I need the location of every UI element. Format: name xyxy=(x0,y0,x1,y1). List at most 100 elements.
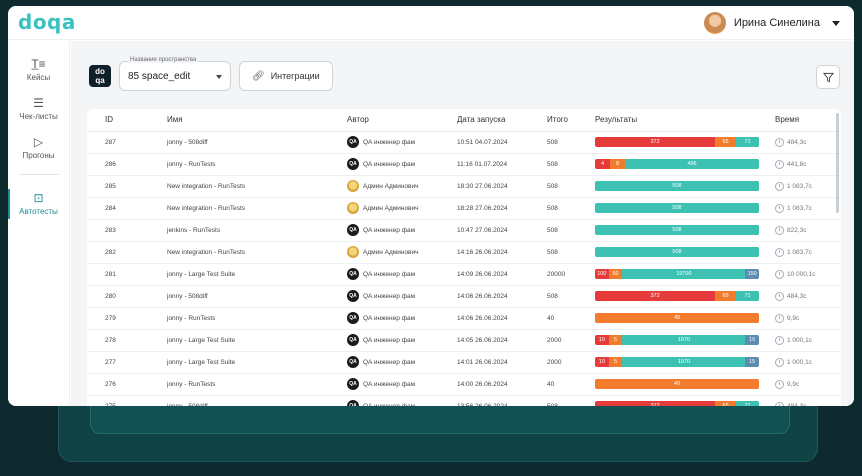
cell-name[interactable]: jonny - Large Test Suite xyxy=(167,351,347,374)
scrollbar[interactable] xyxy=(836,113,839,213)
results-bar[interactable]: 10 5 1970 15 xyxy=(595,357,759,367)
results-bar[interactable]: 10 5 1970 15 xyxy=(595,335,759,345)
cell-results: 372 65 71 xyxy=(595,131,775,154)
column-header-results[interactable]: Результаты xyxy=(595,109,775,132)
app-logo[interactable]: doqa xyxy=(18,10,76,34)
cell-author: QA QA инженер фам xyxy=(347,153,457,176)
space-select[interactable]: Название пространства 85 space_edit xyxy=(119,57,231,91)
cell-results: 508 xyxy=(595,219,775,242)
cell-total: 508 xyxy=(547,131,595,154)
table-row[interactable]: 277 jonny - Large Test Suite QA QA инженер … xyxy=(87,351,841,374)
table-row[interactable]: 276 jonny - RunTests QA QA инженер фам 14:00… xyxy=(87,373,841,396)
results-bar[interactable]: 40 xyxy=(595,313,759,323)
clock-icon xyxy=(775,203,784,213)
result-segment-red: 372 xyxy=(595,137,716,147)
avatar: QA xyxy=(347,290,359,302)
table-row[interactable]: 282 New integration - RunTests Админ Админ… xyxy=(87,241,841,264)
cell-author: QA QA инженер фам xyxy=(347,351,457,374)
cell-name[interactable]: jenkins - RunTests xyxy=(167,219,347,242)
play-icon: ▷ xyxy=(33,135,44,149)
clock-icon xyxy=(775,313,784,323)
avatar: QA xyxy=(347,136,359,148)
space-logo: do qa xyxy=(89,65,111,87)
results-bar[interactable]: 100 50 19700 150 xyxy=(595,269,759,279)
cell-author: QA QA инженер фам xyxy=(347,131,457,154)
cell-author: QA QA инженер фам xyxy=(347,395,457,406)
table-row[interactable]: 279 jonny - RunTests QA QA инженер фам 14:06… xyxy=(87,307,841,330)
results-bar[interactable]: 508 xyxy=(595,225,759,235)
cell-id: 275 xyxy=(87,395,167,406)
cell-author: QA QA инженер фам xyxy=(347,307,457,330)
result-segment-teal: 71 xyxy=(736,401,759,406)
sidebar-item-cases[interactable]: T̲≡ Кейсы xyxy=(8,57,70,82)
avatar[interactable] xyxy=(703,12,726,34)
filter-button[interactable] xyxy=(816,65,840,89)
results-bar[interactable]: 372 65 71 xyxy=(595,137,759,147)
column-header-date[interactable]: Дата запуска xyxy=(457,109,547,132)
results-bar[interactable]: 508 xyxy=(595,181,759,191)
results-bar[interactable]: 508 xyxy=(595,247,759,257)
cell-name[interactable]: jonny - RunTests xyxy=(167,153,347,176)
cell-total: 508 xyxy=(547,395,595,406)
table-row[interactable]: 281 jonny - Large Test Suite QA QA инженер … xyxy=(87,263,841,286)
chevron-down-icon[interactable] xyxy=(832,20,840,26)
filter-icon xyxy=(822,72,834,82)
table-row[interactable]: 286 jonny - RunTests QA QA инженер фам 11:16… xyxy=(87,153,841,176)
column-header-author[interactable]: Автор xyxy=(347,109,457,132)
table-row[interactable]: 284 New integration - RunTests Админ Админ… xyxy=(87,197,841,220)
column-header-name[interactable]: Имя xyxy=(167,109,347,132)
cell-name[interactable]: jonny - RunTests xyxy=(167,307,347,330)
cell-name[interactable]: New integration - RunTests xyxy=(167,241,347,264)
sidebar-item-runs[interactable]: ▷ Прогоны xyxy=(8,135,70,160)
sidebar-item-autotests[interactable]: ⊡ Автотесты xyxy=(8,189,70,219)
column-header-id[interactable]: ID xyxy=(87,109,167,132)
column-header-total[interactable]: Итого xyxy=(547,109,595,132)
table-row[interactable]: 287 jonny - 508diff QA QA инженер фам 10:51 … xyxy=(87,131,841,154)
cell-results: 508 xyxy=(595,175,775,198)
cell-name[interactable]: jonny - 508diff xyxy=(167,131,347,154)
table-row[interactable]: 278 jonny - Large Test Suite QA QA инженер … xyxy=(87,329,841,352)
clock-icon xyxy=(775,401,784,406)
user-name[interactable]: Ирина Синелина xyxy=(734,17,820,29)
avatar: QA xyxy=(347,400,359,406)
results-bar[interactable]: 4 8 496 xyxy=(595,159,759,169)
duration: 484,3с xyxy=(787,402,807,407)
cell-name[interactable]: jonny - 508diff xyxy=(167,395,347,406)
results-bar[interactable]: 372 65 71 xyxy=(595,291,759,301)
cell-date: 14:01 26.06.2024 xyxy=(457,351,547,374)
cell-name[interactable]: jonny - Large Test Suite xyxy=(167,329,347,352)
table-row[interactable]: 275 jonny - 508diff QA QA инженер фам 13:56 … xyxy=(87,395,841,406)
result-segment-teal: 1970 xyxy=(622,357,746,367)
cell-date: 14:16 26.06.2024 xyxy=(457,241,547,264)
cell-name[interactable]: New integration - RunTests xyxy=(167,175,347,198)
duration: 1 000,1с xyxy=(787,358,812,366)
column-header-time[interactable]: Время xyxy=(775,109,841,132)
cell-name[interactable]: jonny - RunTests xyxy=(167,373,347,396)
table-row[interactable]: 280 jonny - 508diff QA QA инженер фам 14:06 … xyxy=(87,285,841,308)
result-segment-red: 10 xyxy=(595,357,609,367)
result-segment-slate: 15 xyxy=(745,357,759,367)
cell-name[interactable]: New integration - RunTests xyxy=(167,197,347,220)
avatar: QA xyxy=(347,268,359,280)
result-segment-orange: 65 xyxy=(715,291,737,301)
results-bar[interactable]: 40 xyxy=(595,379,759,389)
cell-name[interactable]: jonny - Large Test Suite xyxy=(167,263,347,286)
table-row[interactable]: 283 jenkins - RunTests QA QA инженер фам 10:… xyxy=(87,219,841,242)
cell-date: 18:28 27.06.2024 xyxy=(457,197,547,220)
cell-results: 508 xyxy=(595,197,775,220)
sidebar-item-checklists[interactable]: ☰ Чек-листы xyxy=(8,96,70,121)
cell-date: 14:00 26.06.2024 xyxy=(457,373,547,396)
results-bar[interactable]: 508 xyxy=(595,203,759,213)
author-name: QA инженер фам xyxy=(363,160,416,168)
cell-author: QA QA инженер фам xyxy=(347,329,457,352)
cell-name[interactable]: jonny - 508diff xyxy=(167,285,347,308)
user-menu[interactable]: Ирина Синелина xyxy=(703,12,840,34)
autotests-table: ID Имя Автор Дата запуска Итого Результа… xyxy=(87,109,841,406)
integrations-button[interactable]: 🔗︎ Интеграции xyxy=(239,61,333,91)
cell-total: 40 xyxy=(547,307,595,330)
results-bar[interactable]: 372 65 71 xyxy=(595,401,759,406)
author-name: Админ Админович xyxy=(363,204,419,212)
table-row[interactable]: 285 New integration - RunTests Админ Админ… xyxy=(87,175,841,198)
cell-id: 282 xyxy=(87,241,167,264)
clock-icon xyxy=(775,357,784,367)
